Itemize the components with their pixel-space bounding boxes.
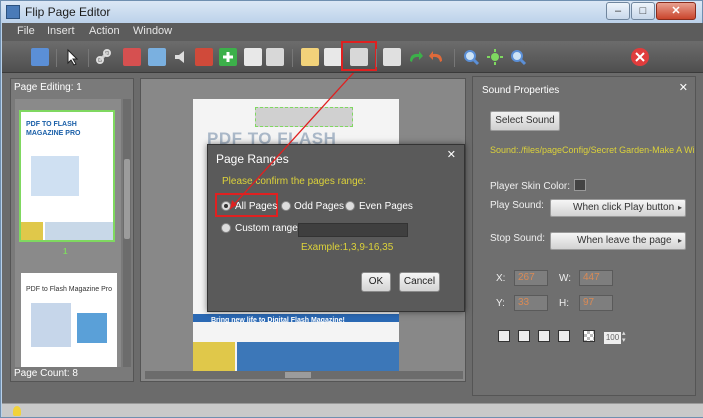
app-window: Flip Page Editor – □ ✕ File Insert Actio… xyxy=(0,0,703,418)
copy-icon[interactable] xyxy=(301,48,319,66)
menu-action[interactable]: Action xyxy=(89,25,120,37)
zoom-in-icon[interactable] xyxy=(509,48,527,66)
redo-icon[interactable] xyxy=(406,48,424,66)
exit-icon[interactable] xyxy=(631,48,649,66)
toolbar-separator xyxy=(454,49,455,67)
menu-file[interactable]: File xyxy=(17,25,35,37)
title-bar: Flip Page Editor – □ ✕ xyxy=(1,1,702,23)
link-icon[interactable] xyxy=(95,48,113,66)
sound-icon[interactable] xyxy=(172,48,190,66)
add-icon[interactable] xyxy=(219,48,237,66)
annotation-arrow xyxy=(229,73,355,210)
toolbar-separator xyxy=(88,49,89,67)
menu-window[interactable]: Window xyxy=(133,25,172,37)
maximize-button[interactable]: □ xyxy=(631,2,655,20)
app-icon xyxy=(6,5,20,19)
youtube-icon[interactable] xyxy=(244,48,262,66)
pointer-icon[interactable] xyxy=(63,48,81,66)
save-icon[interactable] xyxy=(31,48,49,66)
image-icon[interactable] xyxy=(148,48,166,66)
paste-icon[interactable] xyxy=(324,48,342,66)
toolbar-separator xyxy=(292,49,293,67)
close-window-button[interactable]: ✕ xyxy=(656,2,696,20)
menu-insert[interactable]: Insert xyxy=(47,25,75,37)
status-bar xyxy=(2,403,703,417)
menu-bar: File Insert Action Window xyxy=(2,23,703,41)
lightbulb-icon xyxy=(13,406,21,416)
print-icon[interactable] xyxy=(266,48,284,66)
undo-icon[interactable] xyxy=(428,48,446,66)
video-icon[interactable] xyxy=(123,48,141,66)
flash-icon[interactable] xyxy=(195,48,213,66)
toolbar xyxy=(2,41,703,73)
minimize-button[interactable]: – xyxy=(606,2,630,20)
toolbar-separator xyxy=(56,49,57,67)
workspace: Page Editing: 1 PDF TO FLASH MAGAZINE PR… xyxy=(2,73,703,403)
apply-pages-icon[interactable] xyxy=(350,48,368,66)
delete-icon[interactable] xyxy=(383,48,401,66)
toolbar-separator xyxy=(376,49,377,67)
zoom-out-icon[interactable] xyxy=(462,48,480,66)
fit-icon[interactable] xyxy=(486,48,504,66)
window-title: Flip Page Editor xyxy=(25,5,111,19)
